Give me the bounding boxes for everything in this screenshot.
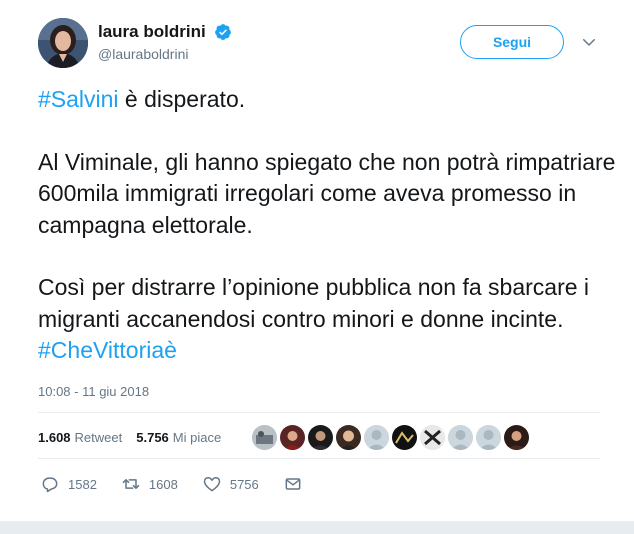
tweet-header: laura boldrini @lauraboldrini Segui [38, 18, 604, 70]
liker-avatar[interactable] [280, 425, 305, 450]
author-names: laura boldrini @lauraboldrini [98, 22, 232, 62]
reply-count: 1582 [68, 476, 97, 492]
envelope-icon [285, 478, 301, 490]
tweet-paragraph-2: Al Viminale, gli hanno spiegato che non … [38, 148, 616, 238]
divider [38, 458, 600, 459]
retweet-label[interactable]: Retweet [75, 430, 123, 445]
tweet-paragraph-3-text: Così per distrarre l’opinione pubblica n… [38, 274, 590, 332]
liker-avatar[interactable] [448, 425, 473, 450]
tweet-paragraph-1-text: è disperato. [118, 86, 246, 112]
heart-icon [203, 477, 221, 492]
liker-avatar[interactable] [308, 425, 333, 450]
tweet-paragraph-1: #Salvini è disperato. [38, 84, 618, 116]
follow-button[interactable]: Segui [460, 25, 564, 59]
author-handle[interactable]: @lauraboldrini [98, 46, 232, 62]
reply-button[interactable]: 1582 [40, 474, 97, 494]
retweet-icon [122, 479, 140, 489]
like-label[interactable]: Mi piace [173, 430, 221, 445]
tweet-paragraph-3: Così per distrarre l’opinione pubblica n… [38, 272, 618, 367]
reply-icon [42, 477, 58, 493]
like-action-count: 5756 [229, 476, 259, 492]
tweet-timestamp[interactable]: 10:08 - 11 giu 2018 [38, 384, 149, 399]
hashtag-salvini[interactable]: #Salvini [38, 86, 119, 112]
author-name[interactable]: laura boldrini [98, 22, 206, 42]
chevron-down-icon[interactable] [580, 33, 598, 51]
retweet-count[interactable]: 1.608 [38, 430, 71, 445]
liker-avatar[interactable] [364, 425, 389, 450]
liker-avatar[interactable] [252, 425, 277, 450]
liker-avatars [252, 425, 529, 451]
tweet-stats: 1.608 Retweet 5.756 Mi piace [38, 424, 235, 450]
retweet-action-count: 1608 [148, 476, 178, 492]
liker-avatar[interactable] [504, 425, 529, 450]
liker-avatar[interactable] [336, 425, 361, 450]
verified-badge-icon [215, 24, 232, 40]
retweet-button[interactable]: 1608 [121, 474, 178, 494]
tweet-card: laura boldrini @lauraboldrini Segui #Sal… [0, 0, 634, 534]
liker-avatar[interactable] [392, 425, 417, 450]
like-button[interactable]: 5756 [202, 474, 259, 494]
like-count[interactable]: 5.756 [136, 430, 169, 445]
bottom-separator [0, 521, 634, 534]
profile-photo-icon [38, 18, 88, 68]
tweet-text: #Salvini è disperato. Al Viminale, gli h… [38, 84, 618, 367]
liker-avatar[interactable] [476, 425, 501, 450]
direct-message-button[interactable] [283, 474, 303, 494]
liker-avatar[interactable] [420, 425, 445, 450]
hashtag-chevittoriae[interactable]: #CheVittoriaè [38, 337, 177, 363]
avatar[interactable] [38, 18, 88, 68]
divider [38, 412, 600, 413]
tweet-actions: 1582 1608 5756 [40, 472, 327, 496]
